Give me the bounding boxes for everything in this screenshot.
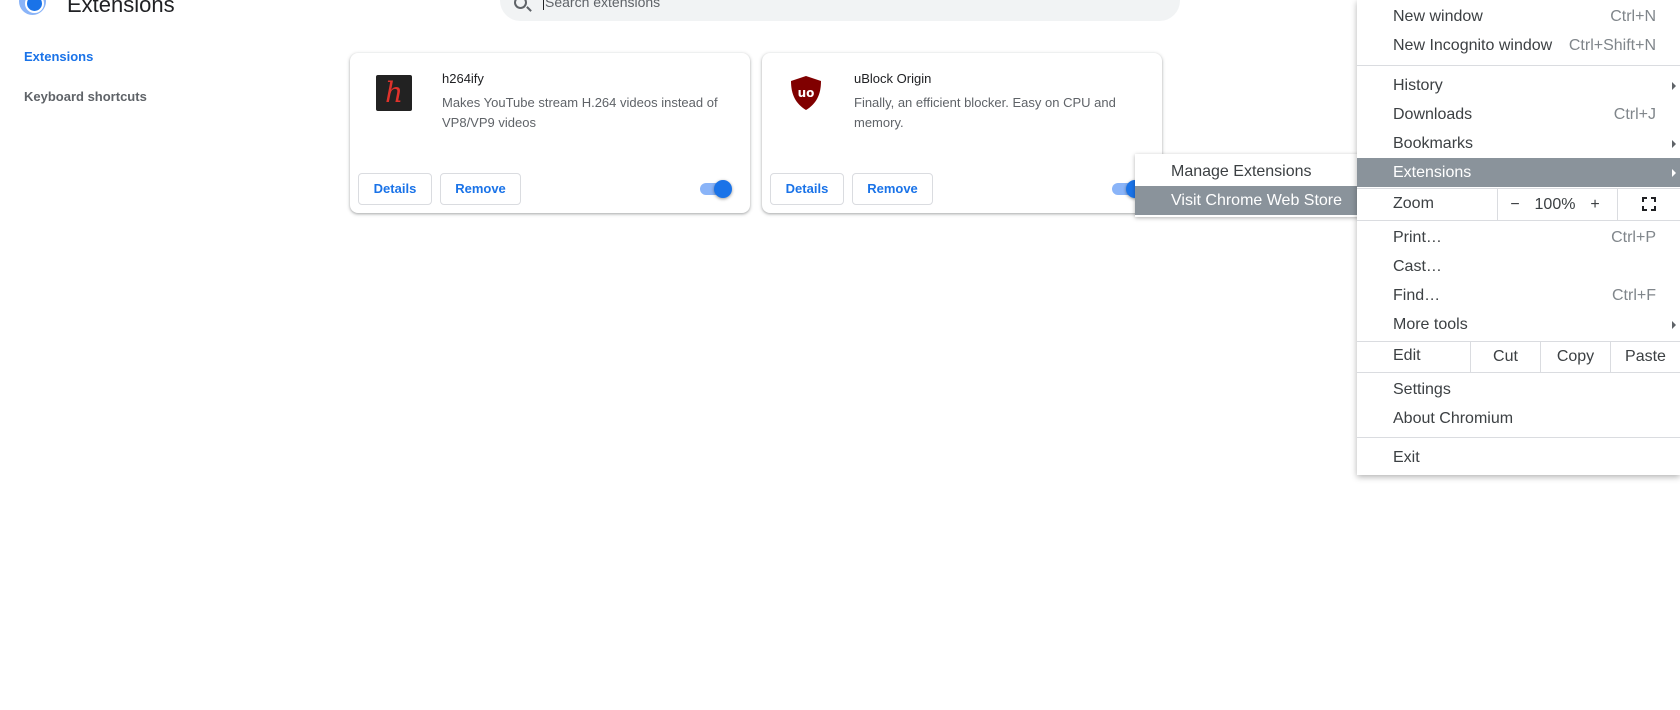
menu-separator (1357, 437, 1680, 438)
extensions-submenu: Manage Extensions Visit Chrome Web Store (1135, 154, 1361, 217)
menu-item-label: Exit (1393, 449, 1420, 466)
menu-item-label: Cast… (1393, 258, 1442, 275)
extension-card-h264ify: h h264ify Makes YouTube stream H.264 vid… (350, 53, 750, 213)
ublock-origin-icon: uo (791, 76, 821, 110)
menu-item-extensions[interactable]: Extensions (1357, 158, 1680, 187)
chromium-logo-icon (19, 0, 46, 15)
menu-separator (1357, 372, 1680, 373)
menu-item-shortcut: Ctrl+N (1610, 8, 1656, 25)
menu-item-cast[interactable]: Cast… (1357, 252, 1680, 281)
cut-button[interactable]: Cut (1470, 341, 1540, 372)
menu-item-label: Bookmarks (1393, 135, 1474, 152)
fullscreen-button[interactable] (1617, 189, 1680, 220)
submenu-item-visit-web-store[interactable]: Visit Chrome Web Store (1135, 186, 1361, 215)
menu-item-about-chromium[interactable]: About Chromium (1357, 404, 1680, 433)
zoom-in-button[interactable]: + (1580, 189, 1610, 220)
zoom-level: 100% (1534, 196, 1576, 213)
menu-item-downloads[interactable]: Downloads Ctrl+J (1357, 100, 1680, 129)
menu-zoom-row: Zoom − 100% + (1357, 189, 1680, 220)
menu-item-new-incognito-window[interactable]: New Incognito window Ctrl+Shift+N (1357, 31, 1680, 60)
menu-separator (1357, 65, 1680, 66)
menu-item-label: Zoom (1393, 195, 1434, 212)
submenu-arrow-icon (1672, 169, 1676, 177)
submenu-arrow-icon (1672, 321, 1676, 329)
menu-item-label: Downloads (1393, 106, 1473, 123)
zoom-out-button[interactable]: − (1500, 189, 1530, 220)
menu-item-shortcut: Ctrl+Shift+N (1568, 37, 1656, 54)
paste-button[interactable]: Paste (1610, 341, 1680, 372)
menu-item-exit[interactable]: Exit (1357, 443, 1680, 472)
menu-item-label: Extensions (1393, 164, 1472, 181)
details-button[interactable]: Details (770, 173, 844, 205)
toggle-knob (714, 180, 732, 198)
search-input[interactable] (543, 0, 1143, 10)
extension-name: h264ify (442, 71, 484, 86)
extension-description: Finally, an efficient blocker. Easy on C… (854, 95, 1116, 130)
menu-item-label: New window (1393, 8, 1483, 25)
extension-name: uBlock Origin (854, 71, 932, 86)
extension-card-ublock-origin: uo uBlock Origin Finally, an efficient b… (762, 53, 1162, 213)
menu-item-label: More tools (1393, 316, 1468, 333)
remove-button[interactable]: Remove (852, 173, 933, 205)
menu-item-history[interactable]: History (1357, 71, 1680, 100)
sidebar-item-keyboard-shortcuts[interactable]: Keyboard shortcuts (24, 89, 147, 104)
menu-item-label: Print… (1393, 229, 1442, 246)
menu-item-print[interactable]: Print… Ctrl+P (1357, 223, 1680, 252)
menu-item-label: History (1393, 77, 1443, 94)
copy-button[interactable]: Copy (1540, 341, 1610, 372)
search-box[interactable] (500, 0, 1180, 21)
menu-item-bookmarks[interactable]: Bookmarks (1357, 129, 1680, 158)
fullscreen-icon (1642, 197, 1656, 211)
app-menu: New window Ctrl+N New Incognito window C… (1357, 0, 1680, 475)
menu-separator (1357, 220, 1680, 221)
submenu-item-manage-extensions[interactable]: Manage Extensions (1135, 157, 1361, 186)
menu-item-more-tools[interactable]: More tools (1357, 310, 1680, 339)
extension-description: Makes YouTube stream H.264 videos instea… (442, 95, 718, 130)
menu-item-shortcut: Ctrl+P (1611, 229, 1656, 246)
search-icon (514, 0, 527, 9)
menu-item-new-window[interactable]: New window Ctrl+N (1357, 2, 1680, 31)
menu-edit-row: Edit Cut Copy Paste (1357, 341, 1680, 372)
menu-item-label: About Chromium (1393, 410, 1514, 427)
menu-item-label: Edit (1393, 347, 1421, 364)
enable-toggle[interactable] (700, 180, 732, 198)
page-title: Extensions (67, 0, 175, 17)
menu-item-settings[interactable]: Settings (1357, 375, 1680, 404)
ublock-icon-glyph: uo (798, 86, 815, 100)
menu-item-label: New Incognito window (1393, 37, 1553, 54)
submenu-arrow-icon (1672, 82, 1676, 90)
submenu-arrow-icon (1672, 140, 1676, 148)
sidebar-item-extensions[interactable]: Extensions (24, 49, 93, 64)
remove-button[interactable]: Remove (440, 173, 521, 205)
h264ify-icon: h (376, 75, 412, 111)
menu-item-label: Settings (1393, 381, 1451, 398)
menu-item-shortcut: Ctrl+F (1612, 287, 1656, 304)
menu-item-label: Find… (1393, 287, 1441, 304)
details-button[interactable]: Details (358, 173, 432, 205)
menu-item-find[interactable]: Find… Ctrl+F (1357, 281, 1680, 310)
menu-item-shortcut: Ctrl+J (1613, 106, 1656, 123)
